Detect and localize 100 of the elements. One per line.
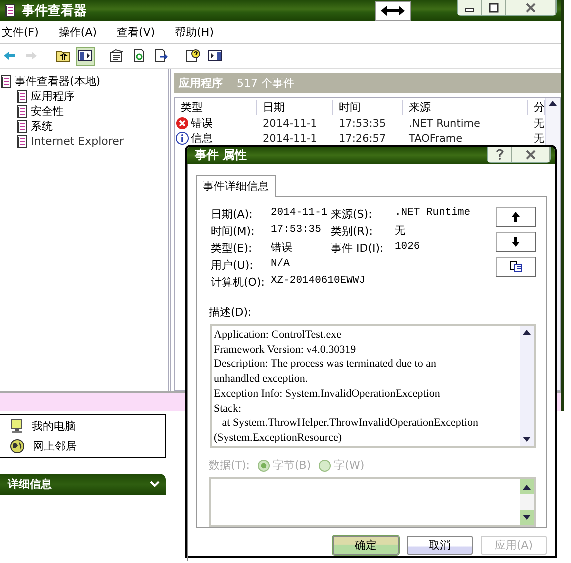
error-icon: [176, 117, 189, 130]
column-header[interactable]: 日期: [257, 100, 333, 114]
table-cell-text: 17:53:35: [338, 118, 388, 130]
field-label: 时间(M):: [211, 224, 256, 238]
menu-item[interactable]: 文件(F): [2, 24, 39, 40]
description-box[interactable]: [210, 324, 536, 448]
scroll-up-icon: [523, 329, 531, 335]
field-label: 日期(A):: [211, 207, 254, 221]
field-value: N/A: [271, 258, 291, 272]
copy-button[interactable]: [496, 257, 536, 277]
field-value: 2014-11-1: [271, 207, 329, 221]
chevron-down-icon: [150, 481, 160, 488]
tab[interactable]: 事件详细信息: [196, 175, 276, 197]
log-book-icon: [16, 134, 28, 148]
field-label: 来源(S):: [331, 207, 374, 221]
description-line: (System.ExceptionResource): [214, 430, 343, 446]
description-line: at System.ThrowHelper.ThrowInvalidOperationException: [221, 416, 480, 431]
table-cell-text: 无: [533, 132, 545, 146]
column-header[interactable]: 时间: [333, 100, 403, 114]
close-icon: [526, 150, 536, 160]
panel-toggle-icon: [78, 49, 93, 63]
log-book-icon: [16, 90, 28, 104]
table-cell: 信息: [191, 131, 213, 146]
dialog-button[interactable]: 确定: [333, 536, 399, 555]
details-title: 详细信息: [8, 477, 52, 492]
place-link[interactable]: 我的电脑: [32, 418, 76, 434]
description-line: Exception Info: System.InvalidOperationException: [214, 386, 442, 402]
dialog-button[interactable]: 取消: [407, 536, 473, 555]
close-icon: [526, 2, 536, 12]
field-label: 用户(U):: [211, 258, 254, 272]
help-icon: [496, 149, 504, 160]
log-book-icon: [4, 4, 16, 18]
scroll-down-icon: [523, 437, 531, 443]
close-button[interactable]: [506, 0, 556, 15]
scrollbar[interactable]: [520, 326, 534, 446]
details-header[interactable]: 详细信息: [0, 474, 166, 495]
pane-title: 应用程序: [179, 76, 223, 90]
tree-item[interactable]: 应用程序: [31, 89, 75, 104]
maximize-button[interactable]: [482, 0, 506, 15]
field-value: 错误: [271, 242, 294, 255]
description-line: unhandled exception.: [214, 372, 310, 387]
dialog-title: 事件 属性: [195, 147, 248, 164]
folder-up-icon: [56, 49, 71, 63]
scroll-down-icon: [523, 514, 531, 520]
scroll-up-icon: [523, 484, 531, 490]
info-icon: [176, 132, 189, 145]
double-arrow-icon: [381, 6, 405, 16]
toolbar-button[interactable]: [184, 46, 203, 66]
copy-icon: [510, 261, 522, 273]
log-book-icon: [16, 104, 28, 118]
globe-icon: [10, 438, 25, 454]
description-line: Application: ControlTest.exe: [214, 328, 343, 343]
left-arrow-icon: [2, 49, 17, 63]
description-line: Description: The process was terminated due to an: [214, 357, 438, 372]
table-cell-text: .NET Runtime: [408, 118, 482, 130]
next-button[interactable]: [496, 232, 536, 252]
menu-item[interactable]: 查看(V): [117, 24, 156, 40]
close-button[interactable]: [512, 147, 550, 162]
field-value: 无: [395, 224, 407, 238]
description-label: 描述(D):: [209, 305, 253, 320]
field-label: 计算机(O):: [211, 275, 266, 289]
table-cell-text: 17:26:57: [338, 132, 388, 144]
right-arrow-icon: [24, 49, 39, 63]
refresh-icon: [132, 49, 147, 63]
description-line: Stack:: [214, 402, 242, 416]
field-label: 类别(R):: [331, 224, 374, 238]
tree-item[interactable]: 事件查看器(本地): [15, 74, 101, 89]
toolbar-button[interactable]: [76, 46, 95, 66]
table-cell-text: 2014-11-1: [262, 118, 318, 130]
place-link[interactable]: 网上邻居: [33, 438, 77, 454]
tree-item[interactable]: 安全性: [31, 104, 64, 119]
help-button[interactable]: [488, 147, 512, 162]
event-count: 517 个事件: [237, 76, 294, 90]
previous-button[interactable]: [496, 207, 536, 227]
description-line: Framework Version: v4.0.30319: [214, 342, 358, 358]
log-book-icon: [16, 120, 28, 134]
menu-item[interactable]: 帮助(H): [175, 24, 214, 40]
table-cell-text: 无: [533, 116, 545, 130]
menu-item[interactable]: 操作(A): [58, 24, 98, 40]
window-title: 事件查看器: [22, 2, 87, 20]
up-arrow-icon: [512, 212, 520, 222]
down-arrow-icon: [512, 237, 520, 247]
tree-item[interactable]: 系统: [31, 119, 53, 134]
panel-toggle-icon: [208, 49, 223, 63]
export-icon: [154, 49, 169, 63]
column-header[interactable]: 来源: [403, 100, 528, 114]
scrollbar[interactable]: [520, 479, 534, 525]
field-value: XZ-20140610EWWJ: [271, 275, 367, 289]
column-header[interactable]: 类型: [175, 100, 257, 114]
table-cell-text: TAOFrame: [408, 132, 464, 144]
field-value: 1026: [395, 241, 422, 255]
field-label: 事件 ID(I):: [331, 241, 385, 255]
minimize-button[interactable]: [458, 0, 482, 15]
table-cell: 错误: [191, 116, 213, 131]
table-cell-text: 2014-11-1: [262, 132, 318, 144]
help-icon: [186, 49, 201, 63]
tree-item[interactable]: Internet Explorer: [31, 135, 124, 148]
field-value: .NET Runtime: [395, 207, 472, 221]
field-label: 类型(E):: [211, 241, 254, 255]
properties-icon: [110, 49, 125, 63]
